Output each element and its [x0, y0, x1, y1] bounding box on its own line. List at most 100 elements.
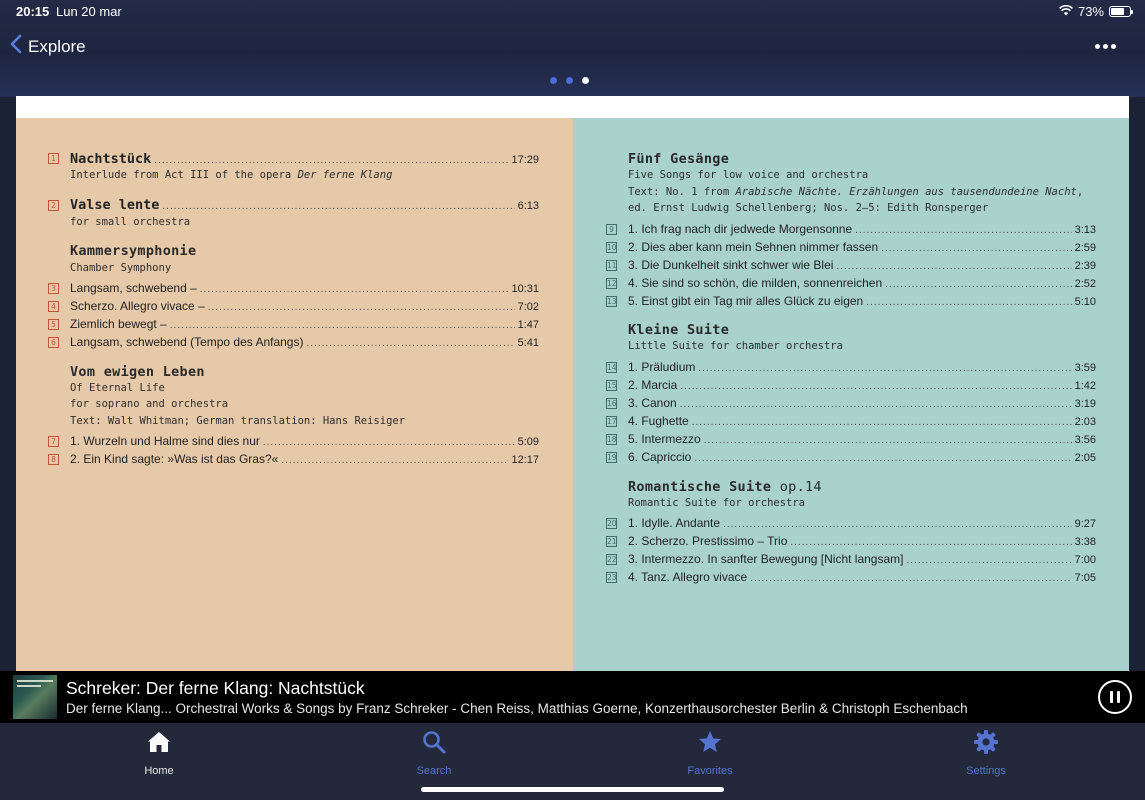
- search-icon: [421, 729, 447, 760]
- track-number-box: 19: [606, 452, 617, 463]
- page-dot-1[interactable]: [550, 77, 557, 84]
- leader-dots: [680, 381, 1071, 392]
- page-dot-2[interactable]: [566, 77, 573, 84]
- booklet-left-panel: 1 Nachtstück 17:29 Interlude from Act III…: [16, 118, 573, 671]
- track-row[interactable]: 1. Wurzeln und Halme sind dies nur 5:09: [70, 434, 539, 448]
- now-playing-subtitle[interactable]: Der ferne Klang... Orchestral Works & So…: [66, 701, 968, 716]
- wifi-icon: [1059, 4, 1073, 19]
- now-playing-bar[interactable]: Schreker: Der ferne Klang: Nachtstück De…: [0, 671, 1145, 723]
- track-duration: 7:02: [517, 301, 539, 313]
- work-title: Kammersymphonie: [70, 243, 197, 259]
- work-subtitle: for small orchestra: [70, 216, 191, 228]
- track-row[interactable]: 4. Sie sind so schön, die milden, sonnen…: [628, 276, 1096, 290]
- work-subtitle: Five Songs for low voice and orchestra: [628, 169, 869, 181]
- track-title: 2. Dies aber kann mein Sehnen nimmer fas…: [628, 240, 879, 254]
- track-duration: 6:13: [517, 200, 539, 212]
- track-duration: 3:19: [1074, 398, 1096, 410]
- track-row[interactable]: 2. Scherzo. Prestissimo – Trio 3:38: [628, 534, 1096, 548]
- album-artwork[interactable]: [13, 675, 57, 719]
- tab-search[interactable]: Search: [374, 729, 494, 777]
- track-row[interactable]: Ziemlich bewegt – 1:47: [70, 317, 539, 331]
- leader-dots: [750, 573, 1071, 584]
- track-number-box: 2: [48, 200, 59, 211]
- track-number-box: 4: [48, 301, 59, 312]
- chevron-left-icon: [10, 34, 22, 59]
- more-dot: [1110, 43, 1116, 49]
- credit-italic: Arabische Nächte. Erzählungen aus tausen…: [735, 186, 1077, 198]
- work-subtitle: Chamber Symphony: [70, 262, 172, 274]
- battery-icon: [1109, 6, 1133, 17]
- track-duration: 3:59: [1074, 362, 1096, 374]
- work-text-credit: ed. Ernst Ludwig Schellenberg; Nos. 2–5:…: [628, 202, 989, 214]
- leader-dots: [704, 435, 1072, 446]
- leader-dots: [881, 243, 1071, 254]
- track-row[interactable]: 6. Capriccio 2:05: [628, 450, 1096, 464]
- status-right: 73%: [1059, 4, 1133, 19]
- track-title: 3. Intermezzo. In sanfter Bewegung [Nich…: [628, 552, 904, 566]
- track-row[interactable]: 5. Einst gibt ein Tag mir alles Glück zu…: [628, 294, 1096, 308]
- tab-favorites[interactable]: Favorites: [650, 729, 770, 777]
- leader-dots: [836, 261, 1071, 272]
- work-subtitle: Little Suite for chamber orchestra: [628, 340, 843, 352]
- track-row[interactable]: Valse lente 6:13: [70, 197, 539, 213]
- track-row[interactable]: 3. Intermezzo. In sanfter Bewegung [Nich…: [628, 552, 1096, 566]
- status-time: 20:15: [16, 4, 50, 19]
- leader-dots: [154, 155, 508, 166]
- track-row[interactable]: 1. Idylle. Andante 9:27: [628, 516, 1096, 530]
- battery-percent: 73%: [1077, 4, 1104, 19]
- booklet-page[interactable]: 1 Nachtstück 17:29 Interlude from Act III…: [16, 96, 1129, 671]
- track-number-box: 12: [606, 278, 617, 289]
- track-row[interactable]: 2. Ein Kind sagte: »Was ist das Gras?« 12…: [70, 452, 539, 466]
- track-duration: 2:03: [1074, 416, 1096, 428]
- leader-dots: [885, 279, 1071, 290]
- track-duration: 7:00: [1074, 554, 1096, 566]
- house-icon: [146, 729, 172, 760]
- leader-dots: [855, 225, 1071, 236]
- track-row[interactable]: 2. Dies aber kann mein Sehnen nimmer fas…: [628, 240, 1096, 254]
- pause-button[interactable]: [1098, 680, 1132, 714]
- work-title: Kleine Suite: [628, 322, 730, 338]
- page-dot-3[interactable]: [582, 77, 589, 84]
- track-row[interactable]: 5. Intermezzo 3:56: [628, 432, 1096, 446]
- back-label: Explore: [28, 36, 86, 56]
- back-button[interactable]: Explore: [10, 34, 86, 59]
- track-row[interactable]: 4. Fughette 2:03: [628, 414, 1096, 428]
- track-duration: 10:31: [511, 283, 539, 295]
- track-row[interactable]: Langsam, schwebend – 10:31: [70, 281, 539, 295]
- now-playing-title[interactable]: Schreker: Der ferne Klang: Nachtstück: [66, 678, 365, 699]
- track-row[interactable]: 2. Marcia 1:42: [628, 378, 1096, 392]
- track-duration: 1:47: [517, 319, 539, 331]
- track-row[interactable]: Scherzo. Allegro vivace – 7:02: [70, 299, 539, 313]
- track-title: Nachtstück: [70, 151, 152, 167]
- track-row[interactable]: 4. Tanz. Allegro vivace 7:05: [628, 570, 1096, 584]
- track-duration: 12:17: [511, 454, 539, 466]
- track-title: 1. Wurzeln und Halme sind dies nur: [70, 434, 260, 448]
- track-row[interactable]: 3. Canon 3:19: [628, 396, 1096, 410]
- work-title-text: Romantische Suite: [628, 479, 772, 495]
- track-number-box: 5: [48, 319, 59, 330]
- track-row[interactable]: 1. Ich frag nach dir jedwede Morgensonne…: [628, 222, 1096, 236]
- more-options-button[interactable]: [1091, 34, 1119, 58]
- track-row[interactable]: 1. Präludium 3:59: [628, 360, 1096, 374]
- tab-settings[interactable]: Settings: [926, 729, 1046, 777]
- tab-home[interactable]: Home: [99, 729, 219, 777]
- track-number-box: 22: [606, 554, 617, 565]
- track-duration: 2:05: [1074, 452, 1096, 464]
- navigation-bar: Explore: [0, 30, 1145, 64]
- track-row[interactable]: Langsam, schwebend (Tempo des Anfangs) 5:…: [70, 335, 539, 349]
- track-row[interactable]: 3. Die Dunkelheit sinkt schwer wie Blei 2…: [628, 258, 1096, 272]
- leader-dots: [281, 455, 508, 466]
- track-title: 1. Präludium: [628, 360, 696, 374]
- track-duration: 9:27: [1074, 518, 1096, 530]
- track-title: 5. Intermezzo: [628, 432, 701, 446]
- track-row[interactable]: Nachtstück 17:29: [70, 151, 539, 167]
- tab-label: Home: [144, 765, 174, 777]
- more-dot: [1102, 43, 1108, 49]
- track-number-box: 6: [48, 337, 59, 348]
- track-number-box: 17: [606, 416, 617, 427]
- page-indicator: [550, 77, 589, 84]
- track-title: Langsam, schwebend –: [70, 281, 197, 295]
- credit-comma: ,: [1076, 186, 1084, 198]
- track-number-box: 16: [606, 398, 617, 409]
- track-title: 4. Sie sind so schön, die milden, sonnen…: [628, 276, 883, 290]
